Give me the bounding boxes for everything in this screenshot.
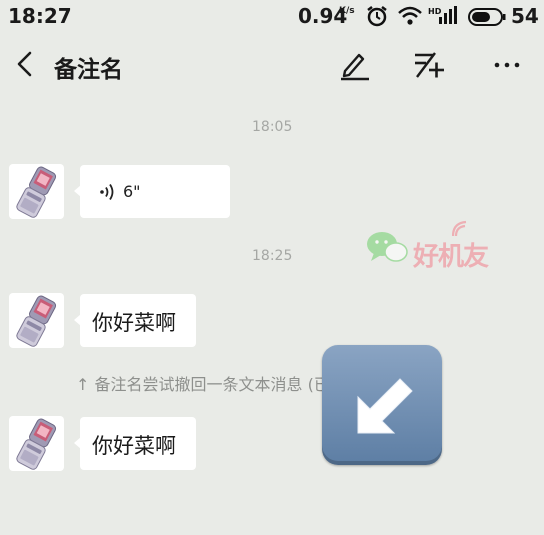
text-message-bubble[interactable]: 你好菜啊	[74, 417, 196, 470]
voice-message-bubble[interactable]: 6"	[74, 165, 230, 218]
down-left-arrow-icon	[357, 378, 413, 434]
watermark: 好机友	[366, 220, 491, 272]
avatar[interactable]	[9, 293, 64, 348]
add-to-list-icon[interactable]	[412, 48, 446, 82]
chat-title: 备注名	[54, 57, 123, 83]
avatar[interactable]	[9, 164, 64, 219]
pencil-icon[interactable]	[338, 48, 372, 82]
text-message-bubble[interactable]: 你好菜啊	[74, 294, 196, 347]
watermark-text: 好机友	[413, 242, 489, 272]
battery-level: 54	[511, 4, 539, 28]
chat-header: 备注名	[0, 34, 544, 94]
status-time: 18:27	[8, 4, 72, 28]
back-icon[interactable]	[12, 48, 40, 80]
status-bar: 18:27 0.94 K/s HD 54	[0, 0, 544, 32]
message-text: 你好菜啊	[92, 434, 176, 458]
voice-wave-icon	[100, 184, 114, 200]
down-left-arrow-emoji	[322, 345, 442, 465]
avatar[interactable]	[9, 416, 64, 471]
flip-phone-avatar-icon	[16, 418, 57, 470]
alarm-icon	[367, 6, 387, 27]
wifi-icon	[398, 6, 422, 25]
svg-text:HD: HD	[428, 7, 442, 16]
signal-icon: HD	[428, 6, 457, 24]
message-timestamp: 18:05	[252, 119, 293, 135]
voice-duration: 6"	[123, 182, 141, 201]
network-speed-unit: K/s	[339, 6, 355, 16]
chat-bubble-logo-icon	[367, 232, 408, 262]
flip-phone-avatar-icon	[16, 295, 57, 347]
message-timestamp: 18:25	[252, 248, 293, 264]
more-icon[interactable]	[490, 48, 524, 82]
message-text: 你好菜啊	[92, 311, 176, 335]
flip-phone-avatar-icon	[16, 166, 57, 218]
battery-icon	[468, 8, 506, 26]
